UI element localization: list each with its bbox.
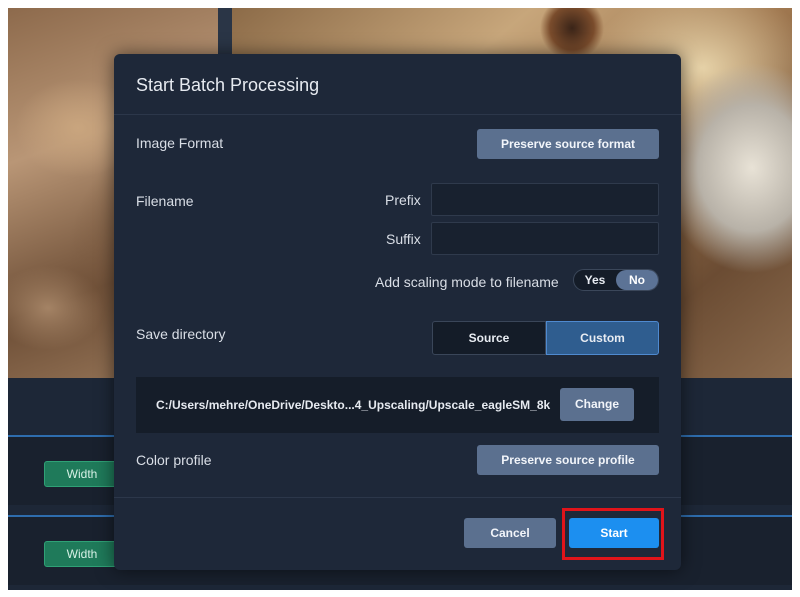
save-directory-source-option[interactable]: Source [432,321,546,355]
start-button[interactable]: Start [569,518,659,548]
width-chip[interactable]: Width [44,461,120,487]
preserve-source-format-button[interactable]: Preserve source format [477,129,659,159]
prefix-label: Prefix [385,192,421,208]
image-format-label: Image Format [136,135,224,151]
divider [114,497,681,498]
prefix-input[interactable] [431,183,659,216]
preserve-source-profile-button[interactable]: Preserve source profile [477,445,659,475]
filename-label: Filename [136,193,194,209]
save-directory-label: Save directory [136,326,226,342]
scaling-mode-label: Add scaling mode to filename [375,274,559,290]
cancel-button[interactable]: Cancel [464,518,556,548]
suffix-label: Suffix [386,231,421,247]
divider [114,114,681,115]
save-directory-custom-option[interactable]: Custom [546,321,659,355]
change-directory-button[interactable]: Change [560,388,634,421]
color-profile-label: Color profile [136,452,212,468]
dialog-title: Start Batch Processing [136,75,320,95]
toggle-no-option[interactable]: No [616,270,658,290]
save-path-text: C:/Users/mehre/OneDrive/Deskto...4_Upsca… [156,398,551,412]
save-path-box: C:/Users/mehre/OneDrive/Deskto...4_Upsca… [136,377,659,433]
scaling-mode-toggle[interactable]: Yes No [573,269,659,291]
batch-processing-dialog: Start Batch Processing Image Format Pres… [114,54,681,570]
width-chip[interactable]: Width [44,541,120,567]
suffix-input[interactable] [431,222,659,255]
toggle-yes-option[interactable]: Yes [574,270,616,290]
